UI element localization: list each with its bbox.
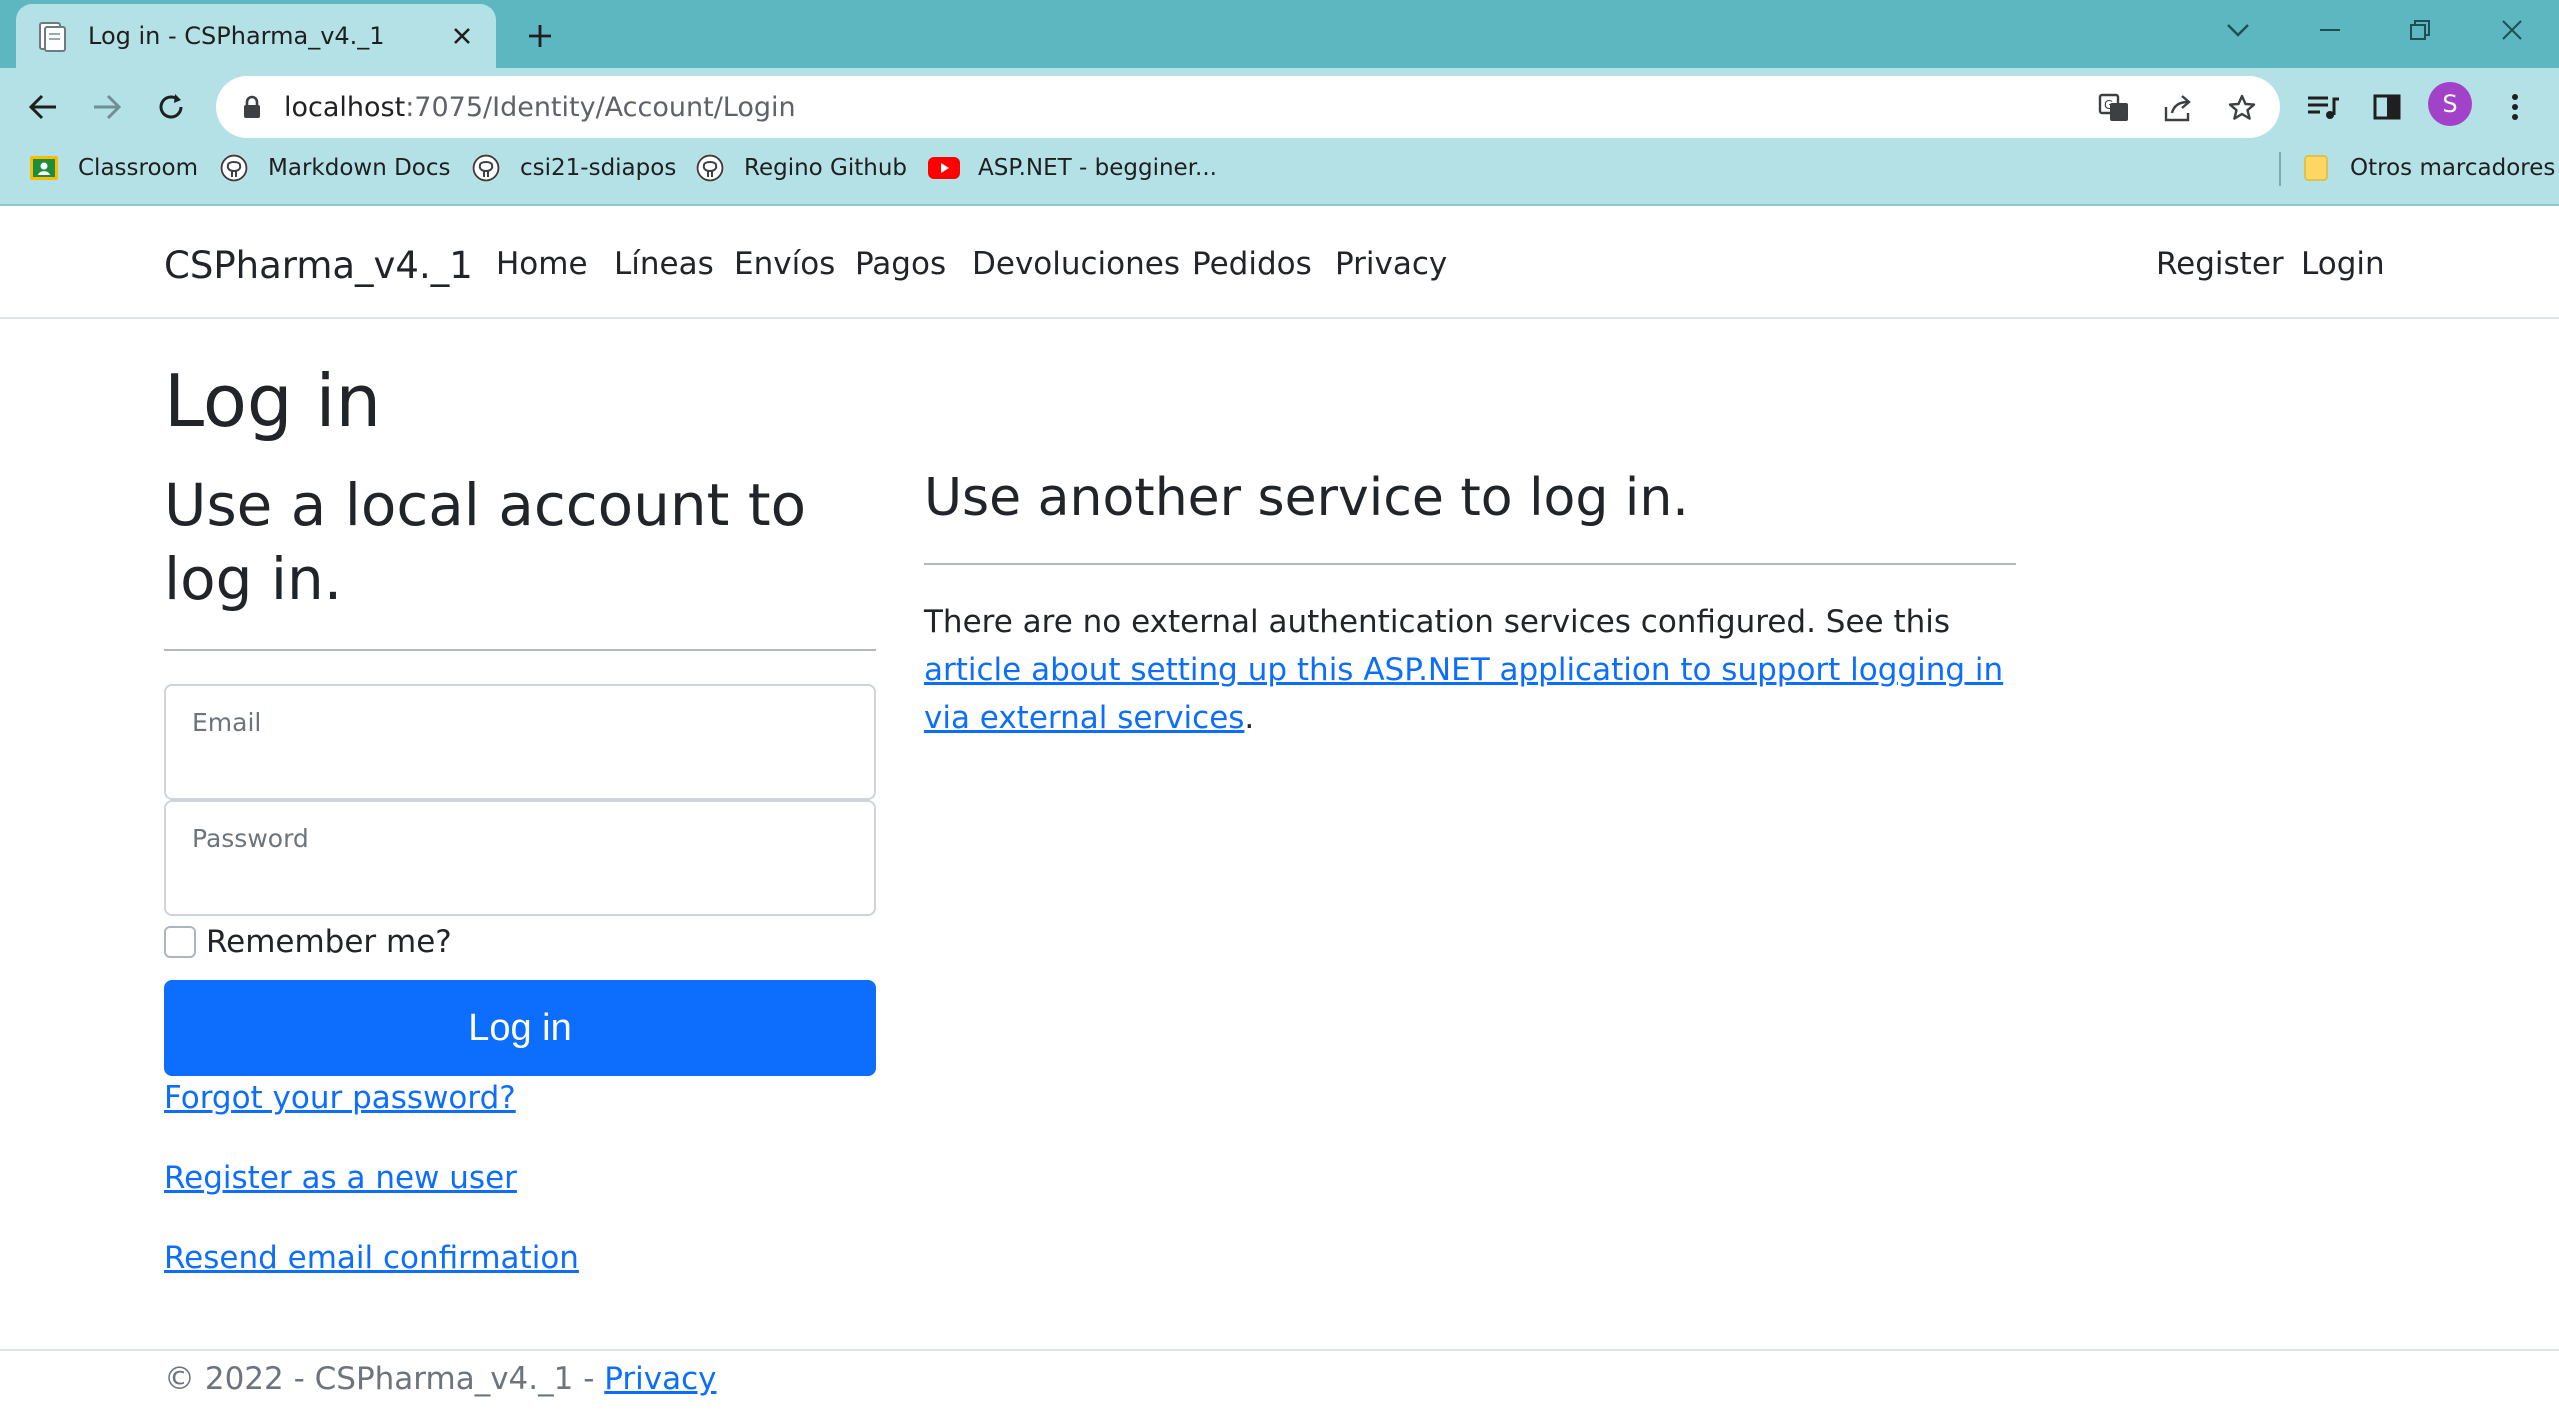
password-field[interactable]: Password (164, 800, 876, 916)
remember-me-label[interactable]: Remember me? (206, 924, 452, 960)
bookmark-aspnet-begginer[interactable]: ASP.NET - begginer... (928, 146, 1217, 190)
bookmark-label: Regino Github (744, 155, 908, 181)
password-input[interactable] (190, 858, 850, 898)
tab-strip: Log in - CSPharma_v4._1 (0, 0, 2559, 68)
url-text[interactable]: localhost:7075/Identity/Account/Login (284, 92, 796, 123)
close-window-icon[interactable] (2482, 10, 2542, 50)
site-navbar: CSPharma_v4._1 Home Líneas Envíos Pagos … (0, 206, 2559, 319)
close-tab-icon[interactable] (444, 18, 480, 54)
resend-confirmation-link[interactable]: Resend email confirmation (164, 1240, 579, 1276)
email-input[interactable] (190, 742, 850, 782)
bookmark-label: csi21-sdiapos (520, 155, 677, 181)
nav-pedidos[interactable]: Pedidos (1192, 246, 1312, 282)
divider (924, 563, 2016, 565)
translate-icon[interactable]: G (2094, 88, 2134, 128)
bookmarks-separator (2279, 152, 2281, 186)
nav-privacy[interactable]: Privacy (1335, 246, 1447, 282)
bookmark-classroom[interactable]: Classroom (28, 146, 198, 190)
nav-home[interactable]: Home (496, 246, 588, 282)
site-footer: © 2022 - CSPharma_v4._1 - Privacy (0, 1349, 2559, 1411)
media-control-icon[interactable] (2298, 82, 2348, 132)
lock-icon[interactable] (242, 95, 262, 123)
register-new-user-link[interactable]: Register as a new user (164, 1160, 517, 1196)
address-bar[interactable]: localhost:7075/Identity/Account/Login G (216, 76, 2280, 138)
classroom-icon (28, 152, 60, 184)
email-label: Email (192, 708, 262, 737)
menu-kebab-icon[interactable] (2490, 82, 2540, 132)
copyright-text: © 2022 - CSPharma_v4._1 - (164, 1361, 605, 1397)
bookmark-star-icon[interactable] (2222, 88, 2262, 128)
new-tab-icon[interactable] (518, 14, 562, 58)
password-label: Password (192, 824, 309, 853)
nav-envios[interactable]: Envíos (734, 246, 835, 282)
bookmark-label: Classroom (78, 155, 199, 181)
github-icon (694, 152, 726, 184)
tab-search-icon[interactable] (2208, 10, 2268, 50)
back-icon[interactable] (18, 82, 68, 132)
divider (164, 649, 876, 651)
nav-login[interactable]: Login (2301, 246, 2385, 282)
tab-title: Log in - CSPharma_v4._1 (88, 22, 385, 50)
site-brand[interactable]: CSPharma_v4._1 (164, 244, 473, 287)
nav-register[interactable]: Register (2156, 246, 2284, 282)
bookmark-label: Markdown Docs (268, 155, 451, 181)
footer-privacy-link[interactable]: Privacy (604, 1361, 716, 1397)
local-account-heading: Use a local account to log in. (164, 471, 807, 614)
nav-devoluciones[interactable]: Devoluciones (972, 246, 1180, 282)
youtube-icon (928, 152, 960, 184)
nav-lineas[interactable]: Líneas (614, 246, 714, 282)
svg-text:G: G (2104, 98, 2113, 112)
other-bookmarks[interactable]: Otros marcadores (2300, 146, 2555, 190)
github-icon (218, 152, 250, 184)
bookmark-label: ASP.NET - begginer... (978, 155, 1217, 181)
remember-me[interactable]: Remember me? (164, 924, 452, 960)
bookmark-regino-github[interactable]: Regino Github (694, 146, 907, 190)
github-icon (470, 152, 502, 184)
other-bookmarks-label: Otros marcadores (2350, 155, 2556, 181)
external-auth-article-link[interactable]: article about setting up this ASP.NET ap… (924, 652, 2003, 736)
page-title: Log in (164, 359, 382, 443)
minimize-icon[interactable] (2300, 10, 2360, 50)
profile-avatar[interactable]: S (2428, 82, 2472, 126)
forgot-password-link[interactable]: Forgot your password? (164, 1080, 516, 1116)
side-panel-icon[interactable] (2362, 82, 2412, 132)
forward-icon[interactable] (82, 82, 132, 132)
login-button[interactable]: Log in (164, 980, 876, 1076)
external-text-before: There are no external authentication ser… (924, 604, 1951, 640)
bookmark-csi21-sdiapos[interactable]: csi21-sdiapos (470, 146, 676, 190)
browser-tab[interactable]: Log in - CSPharma_v4._1 (16, 4, 496, 68)
reload-icon[interactable] (146, 82, 196, 132)
footer-text: © 2022 - CSPharma_v4._1 - Privacy (164, 1361, 717, 1397)
external-login-text: There are no external authentication ser… (924, 598, 2034, 742)
external-text-after: . (1244, 700, 1255, 736)
external-login-heading: Use another service to log in. (924, 468, 1689, 528)
bookmark-markdown-docs[interactable]: Markdown Docs (218, 146, 451, 190)
page-icon (38, 22, 66, 52)
remember-me-checkbox[interactable] (164, 926, 196, 958)
share-icon[interactable] (2158, 88, 2198, 128)
nav-pagos[interactable]: Pagos (855, 246, 946, 282)
restore-icon[interactable] (2390, 10, 2450, 50)
folder-icon (2300, 152, 2332, 184)
email-field[interactable]: Email (164, 684, 876, 800)
